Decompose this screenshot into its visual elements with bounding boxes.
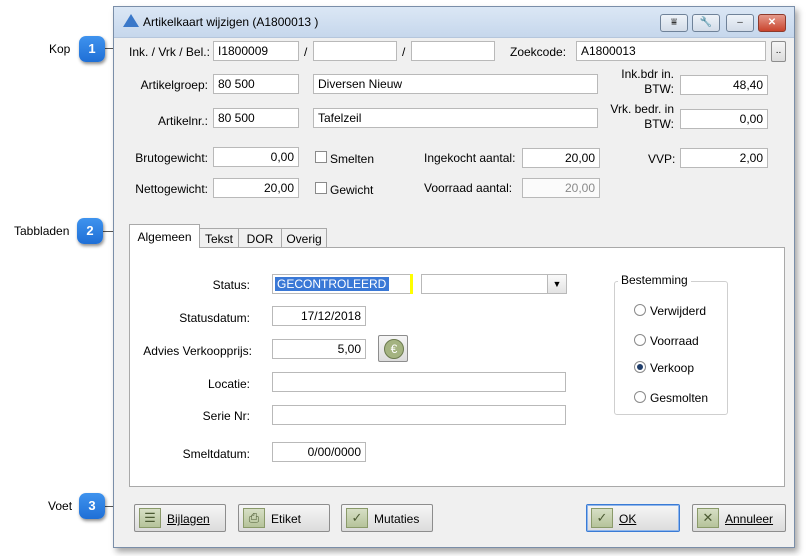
advies-field[interactable]: 5,00 xyxy=(272,339,366,359)
artikelgroep-field[interactable]: 80 500 xyxy=(213,74,299,94)
printer-icon: ⎙ xyxy=(243,508,265,528)
vrkbedr-field[interactable]: 0,00 xyxy=(680,109,768,129)
vvp-label: VVP: xyxy=(648,152,676,166)
ink-label: Ink. / Vrk / Bel.: xyxy=(129,45,210,59)
smelten-checkbox[interactable] xyxy=(315,151,327,163)
etiket-label: Etiket xyxy=(271,512,302,526)
callout-voet-label: Voet xyxy=(48,499,73,513)
status-label: Status: xyxy=(212,278,250,292)
radio-verkoop-label: Verkoop xyxy=(650,361,695,375)
bijlagen-button[interactable]: ☰ Bijlagen xyxy=(134,504,226,532)
artikelnr-description[interactable]: Tafelzeil xyxy=(313,108,598,128)
cross-icon: ✕ xyxy=(697,508,719,528)
minimize-icon[interactable]: – xyxy=(726,14,754,32)
serie-field[interactable] xyxy=(272,405,566,425)
radio-gesmolten-label: Gesmolten xyxy=(650,391,709,405)
artikelkaart-window: Artikelkaart wijzigen (A1800013 ) ⩸ 🔧 – … xyxy=(113,6,795,548)
callout-voet-badge: 3 xyxy=(79,493,105,519)
help-icon[interactable]: ⩸ xyxy=(660,14,688,32)
voorraad-label: Voorraad aantal: xyxy=(424,181,513,195)
ink-separator-1: / xyxy=(304,45,308,59)
radio-verkoop[interactable] xyxy=(634,361,646,373)
inkbdr-field[interactable]: 48,40 xyxy=(680,75,768,95)
statusdatum-label: Statusdatum: xyxy=(179,311,250,325)
bijlagen-label: Bijlagen xyxy=(167,512,210,526)
gewicht-checkbox[interactable] xyxy=(315,182,327,194)
status-highlight xyxy=(410,274,413,294)
radio-voorraad[interactable] xyxy=(634,334,646,346)
smeltdatum-label: Smeltdatum: xyxy=(182,447,250,461)
tab-algemeen[interactable]: Algemeen xyxy=(129,224,200,248)
radio-verwijderd-label: Verwijderd xyxy=(650,304,707,318)
advies-label: Advies Verkoopprijs: xyxy=(143,344,252,358)
status-select[interactable]: ▼ xyxy=(421,274,567,294)
ok-label: OK xyxy=(619,512,637,526)
window-titlebar[interactable]: Artikelkaart wijzigen (A1800013 ) ⩸ 🔧 – … xyxy=(114,7,794,38)
artikelgroep-label: Artikelgroep: xyxy=(140,78,208,92)
callout-tabbladen-label: Tabbladen xyxy=(14,224,70,238)
radio-verwijderd[interactable] xyxy=(634,304,646,316)
nettogewicht-field[interactable]: 20,00 xyxy=(213,178,299,198)
ingekocht-field[interactable]: 20,00 xyxy=(522,148,600,168)
chevron-down-icon[interactable]: ▼ xyxy=(547,275,566,293)
inkbdr-label-line2: BTW: xyxy=(644,82,674,96)
locatie-label: Locatie: xyxy=(207,377,250,391)
zoekcode-label: Zoekcode: xyxy=(510,45,567,59)
callout-tabbladen-badge: 2 xyxy=(77,218,103,244)
bestemming-legend: Bestemming xyxy=(618,273,691,287)
vrkbedr-label-line1: Vrk. bedr. in xyxy=(610,102,674,116)
bel-field[interactable] xyxy=(411,41,495,61)
brutogewicht-label: Brutogewicht: xyxy=(135,151,208,165)
voorraad-field: 20,00 xyxy=(522,178,600,198)
vrk-field[interactable] xyxy=(313,41,397,61)
gewicht-label: Gewicht xyxy=(330,183,374,197)
brutogewicht-field[interactable]: 0,00 xyxy=(213,147,299,167)
callout-kop-label: Kop xyxy=(49,42,71,56)
tab-tekst[interactable]: Tekst xyxy=(199,228,239,248)
smeltdatum-field[interactable]: 0/00/0000 xyxy=(272,442,366,462)
status-field[interactable]: GECONTROLEERD xyxy=(272,274,412,294)
inkbdr-label-line1: Ink.bdr in. xyxy=(621,67,674,81)
app-triangle-icon xyxy=(123,14,139,27)
check-icon: ✓ xyxy=(591,508,613,528)
annuleer-button[interactable]: ✕ Annuleer xyxy=(692,504,786,532)
tab-overig[interactable]: Overig xyxy=(281,228,327,248)
ink-separator-2: / xyxy=(402,45,406,59)
zoekcode-lookup-button[interactable]: .. xyxy=(771,41,786,62)
vrkbedr-label-line2: BTW: xyxy=(644,117,674,131)
wrench-icon[interactable]: 🔧 xyxy=(692,14,720,32)
artikelnr-label: Artikelnr.: xyxy=(157,114,208,128)
callout-kop-badge: 1 xyxy=(79,36,105,62)
ingekocht-label: Ingekocht aantal: xyxy=(424,151,516,165)
euro-icon: € xyxy=(384,339,404,359)
nettogewicht-label: Nettogewicht: xyxy=(135,182,208,196)
radio-voorraad-label: Voorraad xyxy=(650,334,699,348)
ok-button[interactable]: ✓ OK xyxy=(586,504,680,532)
mutaties-button[interactable]: ✓ Mutaties xyxy=(341,504,433,532)
status-selected-text: GECONTROLEERD xyxy=(275,277,389,291)
statusdatum-field[interactable]: 17/12/2018 xyxy=(272,306,366,326)
annuleer-label: Annuleer xyxy=(725,512,774,526)
zoekcode-field[interactable]: A1800013 xyxy=(576,41,766,61)
tab-dor[interactable]: DOR xyxy=(238,228,282,248)
artikelnr-field[interactable]: 80 500 xyxy=(213,108,299,128)
artikelgroep-description[interactable]: Diversen Nieuw xyxy=(313,74,598,94)
smelten-label: Smelten xyxy=(330,152,375,166)
window-title: Artikelkaart wijzigen (A1800013 ) xyxy=(143,15,319,29)
euro-calc-button[interactable]: € xyxy=(378,335,408,362)
radio-gesmolten[interactable] xyxy=(634,391,646,403)
vvp-field[interactable]: 2,00 xyxy=(680,148,768,168)
ink-field[interactable]: I1800009 xyxy=(213,41,299,61)
locatie-field[interactable] xyxy=(272,372,566,392)
serie-label: Serie Nr: xyxy=(202,409,250,423)
check-icon: ✓ xyxy=(346,508,368,528)
etiket-button[interactable]: ⎙ Etiket xyxy=(238,504,330,532)
mutaties-label: Mutaties xyxy=(374,512,420,526)
close-icon[interactable]: ✕ xyxy=(758,14,786,32)
list-icon: ☰ xyxy=(139,508,161,528)
